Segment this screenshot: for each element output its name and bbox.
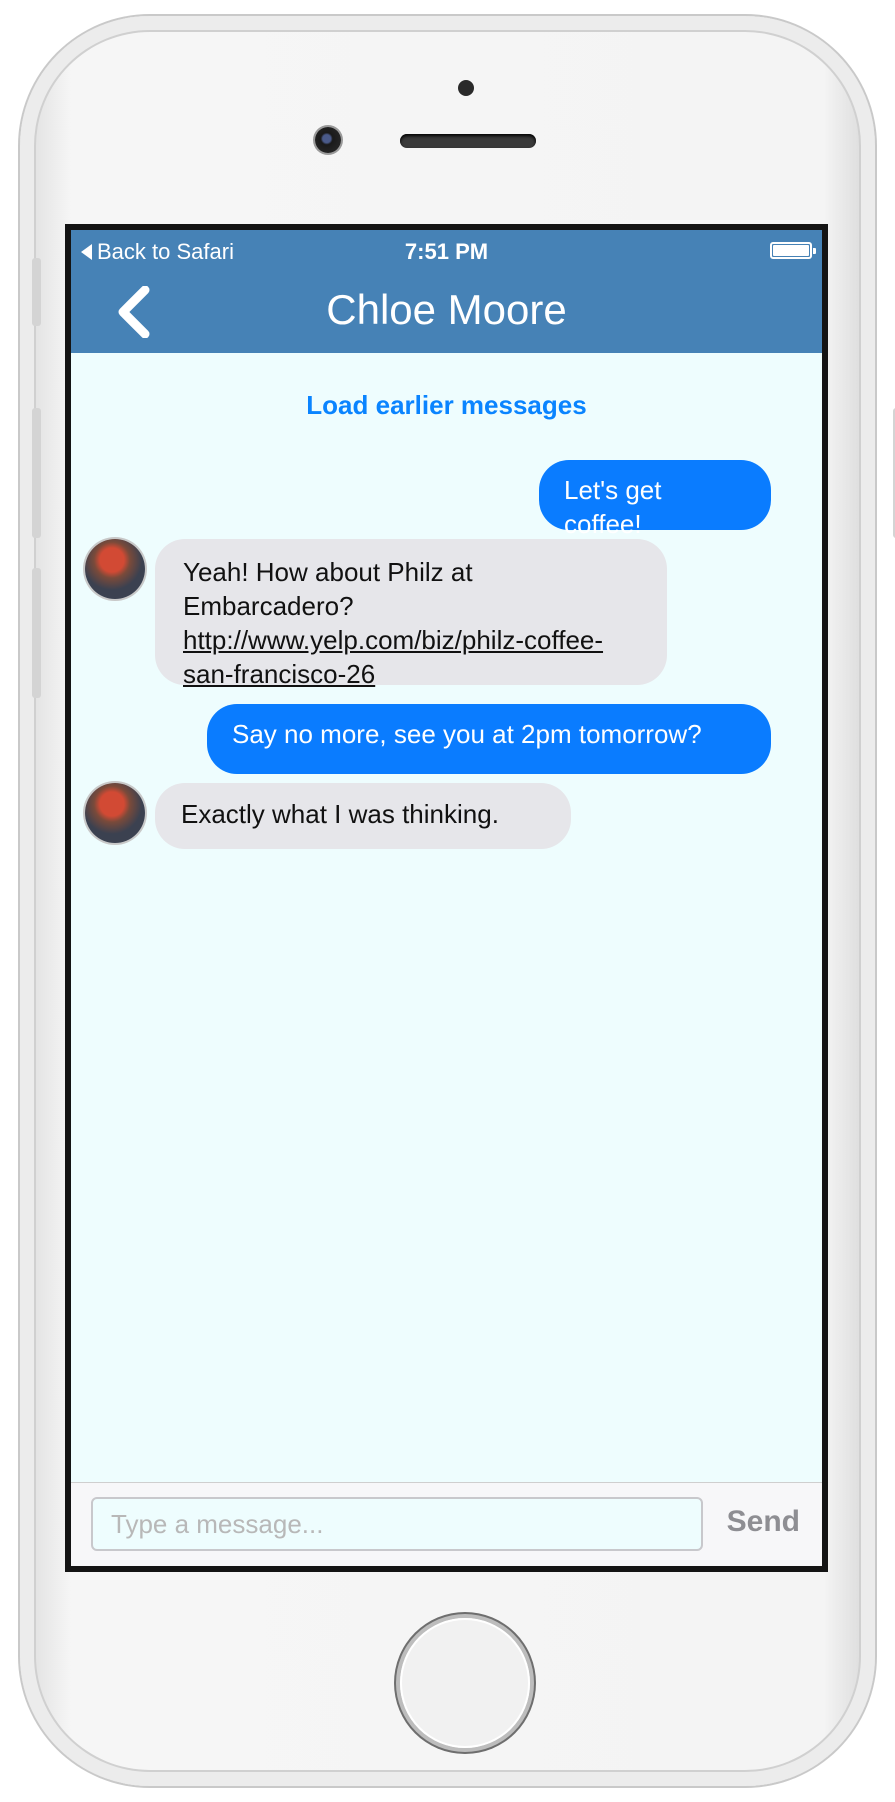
message-link[interactable]: http://www.yelp.com/biz/philz-coffee-san… (183, 625, 603, 689)
page-title: Chloe Moore (326, 286, 567, 333)
avatar[interactable] (85, 783, 145, 843)
message-text: Yeah! How about Philz at Embarcadero? (183, 557, 473, 621)
phone-screen: Back to Safari 7:51 PM Chloe Moore Load … (65, 224, 828, 1572)
volume-up-button (32, 408, 41, 538)
message-bubble-outgoing: Say no more, see you at 2pm tomorrow? (207, 704, 771, 774)
message-bubble-outgoing: Let's get coffee! (539, 460, 771, 539)
message-bubble-incoming: Yeah! How about Philz at Embarcadero? ht… (155, 539, 667, 689)
volume-down-button (32, 568, 41, 698)
status-bar: Back to Safari 7:51 PM (71, 230, 822, 270)
nav-bar: Chloe Moore (71, 270, 822, 353)
home-button[interactable] (400, 1618, 530, 1748)
status-time: 7:51 PM (404, 239, 489, 264)
load-earlier-button[interactable]: Load earlier messages (71, 390, 822, 421)
mute-switch (32, 258, 41, 326)
front-camera-icon (315, 127, 341, 153)
battery-full-icon (770, 242, 816, 259)
proximity-sensor (458, 80, 474, 96)
message-composer: Send (71, 1482, 822, 1566)
earpiece-speaker (400, 134, 536, 148)
avatar[interactable] (85, 539, 145, 599)
message-input[interactable] (91, 1497, 703, 1551)
send-button[interactable]: Send (727, 1505, 800, 1539)
message-bubble-incoming: Exactly what I was thinking. (155, 783, 571, 849)
chat-screen: Back to Safari 7:51 PM Chloe Moore Load … (71, 230, 822, 1566)
